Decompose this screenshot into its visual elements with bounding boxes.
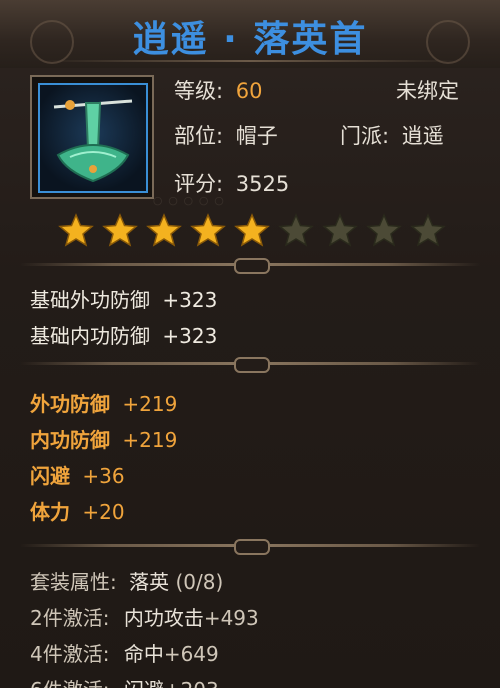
set-bonus-row: 2件激活: 内功攻击+493 xyxy=(30,602,259,631)
item-icon-slot xyxy=(38,83,148,193)
base-stat-row: 基础内功防御 +323 xyxy=(30,320,217,349)
bonus-stat-row: 外功防御 +219 xyxy=(30,388,177,417)
star-filled-icon xyxy=(102,213,138,249)
bonus-stat-value: +219 xyxy=(122,428,178,452)
slot-label: 部位: xyxy=(174,124,224,148)
divider-3 xyxy=(20,539,480,555)
score-row: 评分: 3525 xyxy=(174,168,289,198)
slot-value: 帽子 xyxy=(235,124,278,148)
base-stat-row: 基础外功防御 +323 xyxy=(30,284,217,313)
level-label: 等级: xyxy=(174,79,224,103)
item-tooltip: ◦◦◦◦◦ 逍遥 · 落英首 等级: 60 未绑定 部位: 帽子 门派: 逍遥 xyxy=(0,0,500,688)
sect-value: 逍遥 xyxy=(401,124,444,148)
sect-row: 门派: 逍遥 xyxy=(340,120,444,150)
divider-2 xyxy=(20,357,480,373)
bonus-stat-row: 体力 +20 xyxy=(30,496,125,525)
title-bar: 逍遥 · 落英首 xyxy=(0,0,500,68)
star-empty-icon xyxy=(322,213,358,249)
star-filled-icon xyxy=(234,213,270,249)
level-row: 等级: 60 xyxy=(174,75,263,105)
item-icon-frame[interactable] xyxy=(30,75,154,199)
star-filled-icon xyxy=(190,213,226,249)
bind-status: 未绑定 xyxy=(396,79,459,103)
bonus-stat-value: +219 xyxy=(122,392,178,416)
bonus-stat-value: +36 xyxy=(82,464,125,488)
bonus-stat-name: 外功防御 xyxy=(30,392,110,416)
hairpin-icon xyxy=(53,99,133,183)
star-empty-icon xyxy=(366,213,402,249)
set-count: (0/8) xyxy=(175,570,224,594)
star-empty-icon xyxy=(278,213,314,249)
set-bonus-name: 内功攻击 xyxy=(123,606,204,630)
set-bonus-name: 闪避 xyxy=(124,678,164,688)
base-stat-name: 基础外功防御 xyxy=(30,288,150,312)
set-bonus-req: 2件激活: xyxy=(30,606,110,630)
bonus-stat-value: +20 xyxy=(82,500,125,524)
set-bonus-name: 命中 xyxy=(123,642,164,666)
bonus-stat-row: 闪避 +36 xyxy=(30,460,125,489)
sect-label: 门派: xyxy=(340,124,390,148)
score-label: 评分: xyxy=(174,172,224,196)
base-stat-name: 基础内功防御 xyxy=(30,324,150,348)
set-bonus-req: 6件激活: xyxy=(30,678,109,688)
base-stat-value: +323 xyxy=(162,324,218,348)
set-bonus-row: 4件激活: 命中+649 xyxy=(30,638,219,667)
base-stat-value: +323 xyxy=(162,288,218,312)
star-filled-icon xyxy=(58,213,94,249)
divider-1 xyxy=(20,258,480,274)
set-name: 落英 xyxy=(129,570,170,594)
set-row: 套装属性: 落英 (0/8) xyxy=(30,566,223,595)
set-bonus-value: +649 xyxy=(163,642,219,666)
set-bonus-row: 6件激活: 闪避+203 xyxy=(30,674,219,688)
set-bonus-req: 4件激活: xyxy=(30,642,110,666)
item-title: 逍遥 · 落英首 xyxy=(132,19,368,60)
slot-row: 部位: 帽子 xyxy=(174,120,278,150)
score-value: 3525 xyxy=(235,172,290,196)
set-bonus-value: +493 xyxy=(203,606,259,630)
bonus-stat-name: 闪避 xyxy=(30,464,70,488)
bonus-stat-row: 内功防御 +219 xyxy=(30,424,177,453)
set-bonus-value: +203 xyxy=(164,678,219,688)
bonus-stat-name: 内功防御 xyxy=(30,428,110,452)
set-label: 套装属性: xyxy=(30,570,117,594)
bonus-stat-name: 体力 xyxy=(30,500,70,524)
star-filled-icon xyxy=(146,213,182,249)
star-empty-icon xyxy=(410,213,446,249)
level-value: 60 xyxy=(235,79,263,103)
